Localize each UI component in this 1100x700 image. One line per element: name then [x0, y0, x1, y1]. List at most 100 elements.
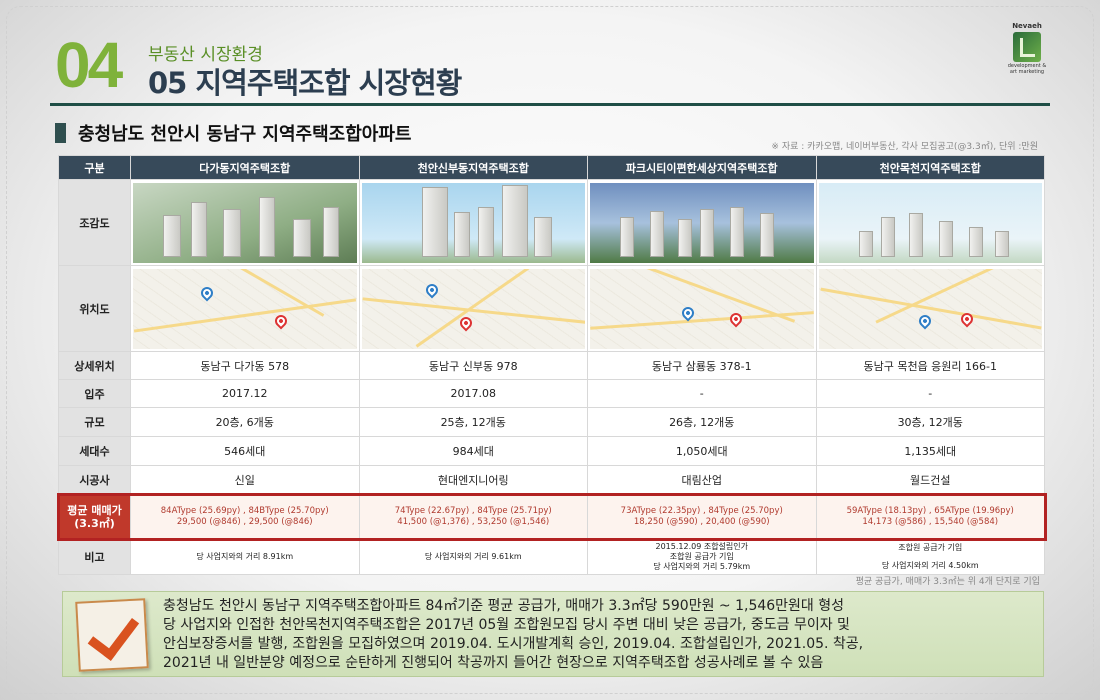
logo-mark-icon [1013, 32, 1041, 62]
table-cell: 1,050세대 [587, 436, 817, 466]
remark-line: 2015.12.09 조합설립인가 [655, 541, 748, 551]
remark-line: 당 사업지와의 거리 8.91km [196, 551, 294, 561]
map-pin-icon [423, 281, 440, 298]
row-label: 세대수 [58, 436, 131, 466]
table-cell: 현대엔지니어링 [358, 465, 588, 495]
table-footnote: 평균 공급가, 매매가 3.3㎡는 위 4개 단지로 기입 [855, 577, 1040, 587]
header-column: 다가동지역주택조합 [130, 155, 360, 180]
checkmark-icon [75, 598, 149, 672]
row-label-line: (3.3㎡) [74, 516, 115, 530]
table-cell: 84AType (25.69py) , 84BType (25.70py) 29… [130, 494, 360, 539]
summary-line: 충청남도 천안시 동남구 지역주택조합아파트 84㎡기준 평균 공급가, 매매가… [163, 598, 845, 614]
page-title: 05 지역주택조합 시장현황 [148, 66, 462, 100]
company-logo: Nevaeh development & art marketing [1000, 22, 1054, 82]
price-types: 59AType (18.13py) , 65AType (19.96py) [846, 505, 1014, 516]
table-cell: 동남구 목천읍 응원리 166-1 [815, 351, 1045, 380]
logo-tagline-2: art marketing [1009, 69, 1045, 75]
table-cell: 30층, 12개동 [815, 407, 1045, 437]
section-marker-icon [55, 123, 66, 143]
source-note: ※ 자료 : 카카오맵, 네이버부동산, 각사 모집공고(@3.3㎡), 단위 … [771, 142, 1038, 152]
row-label: 시공사 [58, 465, 131, 495]
map-pin-icon [272, 312, 290, 329]
chapter-number: 04 [55, 29, 123, 101]
price-values: 18,250 (@590) , 20,400 (@590) [633, 516, 770, 527]
table-cell: 73AType (22.35py) , 84Type (25.70py) 18,… [587, 494, 817, 539]
header-corner: 구분 [58, 155, 131, 180]
table-cell: 월드건설 [815, 465, 1045, 495]
table-row-bird-eye: 조감도 [58, 179, 1045, 266]
table-cell: 984세대 [358, 436, 588, 466]
map-pin-icon [916, 312, 933, 329]
location-map-image [590, 268, 814, 349]
map-pin-icon [198, 284, 216, 301]
table-cell: 동남구 삼룡동 378-1 [587, 351, 817, 380]
table-cell: 신일 [130, 465, 360, 495]
table-row-location-map: 위치도 [58, 265, 1045, 352]
summary-line: 당 사업지와 인접한 천안목천지역주택조합은 2017년 05월 조합원모집 당… [163, 617, 850, 633]
summary-text: 충청남도 천안시 동남구 지역주택조합아파트 84㎡기준 평균 공급가, 매매가… [163, 597, 1027, 673]
map-pin-icon [727, 310, 745, 327]
table-cell: 동남구 다가동 578 [130, 351, 360, 380]
row-label: 상세위치 [58, 351, 131, 380]
table-row-builder: 시공사 신일 현대엔지니어링 대림산업 월드건설 [58, 465, 1045, 495]
remark-line: 당 사업지와의 거리 5.79km [653, 561, 751, 571]
comparison-table: 구분 다가동지역주택조합 천안신부동지역주택조합 파크시티이편한세상지역주택조합… [56, 155, 1047, 575]
table-header-row: 구분 다가동지역주택조합 천안신부동지역주택조합 파크시티이편한세상지역주택조합… [58, 155, 1045, 180]
table-cell: 59AType (18.13py) , 65AType (19.96py) 14… [815, 494, 1045, 539]
map-pin-icon [679, 304, 697, 321]
remark-line: 조합원 공급가 기입 [669, 551, 734, 561]
section-title: 충청남도 천안시 동남구 지역주택조합아파트 [78, 124, 412, 145]
row-label: 규모 [58, 407, 131, 437]
bird-eye-image [361, 182, 585, 263]
table-row-remarks: 비고 당 사업지와의 거리 8.91km 당 사업지와의 거리 9.61km 2… [58, 538, 1045, 575]
table-cell: 74Type (22.67py) , 84Type (25.71py) 41,5… [358, 494, 588, 539]
remark-line: 조합원 공급가 기입 [898, 542, 963, 552]
remark-line [817, 553, 1045, 561]
header-divider [50, 103, 1050, 106]
row-label: 위치도 [58, 265, 131, 352]
table-cell: 20층, 6개동 [130, 407, 360, 437]
table-cell: 당 사업지와의 거리 9.61km [358, 538, 588, 575]
table-cell: 2015.12.09 조합설립인가 조합원 공급가 기입 당 사업지와의 거리 … [587, 538, 817, 575]
table-cell: 1,135세대 [815, 436, 1045, 466]
table-cell: 546세대 [130, 436, 360, 466]
location-map-image [133, 268, 357, 349]
table-cell: 당 사업지와의 거리 8.91km [130, 538, 360, 575]
price-types: 84AType (25.69py) , 84BType (25.70py) [160, 505, 329, 516]
price-values: 14,173 (@586) , 15,540 (@584) [862, 516, 999, 527]
table-row-move-in: 입주 2017.12 2017.08 - - [58, 379, 1045, 408]
logo-name: Nevaeh [1012, 22, 1042, 30]
price-types: 73AType (22.35py) , 84Type (25.70py) [620, 505, 783, 516]
summary-box: 충청남도 천안시 동남구 지역주택조합아파트 84㎡기준 평균 공급가, 매매가… [62, 591, 1044, 677]
bird-eye-image [133, 182, 357, 263]
table-cell: 동남구 신부동 978 [358, 351, 588, 380]
location-map-image [361, 268, 585, 349]
header-column: 천안목천지역주택조합 [815, 155, 1045, 180]
table-cell: 25층, 12개동 [358, 407, 588, 437]
remark-line: 당 사업지와의 거리 4.50km [881, 560, 979, 570]
header-column: 파크시티이편한세상지역주택조합 [587, 155, 817, 180]
table-cell: 조합원 공급가 기입 당 사업지와의 거리 4.50km [815, 538, 1045, 575]
price-values: 41,500 (@1,376) , 53,250 (@1,546) [397, 516, 550, 527]
table-cell: 2017.12 [130, 379, 360, 408]
bird-eye-image [590, 182, 814, 263]
summary-line: 안심보장증서를 발행, 조합원을 모집하였으며 2019.04. 도시개발계획 … [163, 636, 864, 652]
row-label: 입주 [58, 379, 131, 408]
table-row-address: 상세위치 동남구 다가동 578 동남구 신부동 978 동남구 삼룡동 378… [58, 351, 1045, 380]
table-row-scale: 규모 20층, 6개동 25층, 12개동 26층, 12개동 30층, 12개… [58, 407, 1045, 437]
summary-line: 2021년 내 일반분양 예정으로 순탄하게 진행되어 착공까지 들어간 현장으… [163, 655, 824, 671]
bird-eye-image [818, 182, 1042, 263]
table-cell: 2017.08 [358, 379, 588, 408]
section-header: 충청남도 천안시 동남구 지역주택조합아파트 [55, 120, 411, 146]
price-types: 74Type (22.67py) , 84Type (25.71py) [394, 505, 552, 516]
header-column: 천안신부동지역주택조합 [358, 155, 588, 180]
table-cell: 대림산업 [587, 465, 817, 495]
table-cell: - [815, 379, 1045, 408]
price-values: 29,500 (@846) , 29,500 (@846) [176, 516, 313, 527]
row-label-line: 평균 매매가 [67, 503, 122, 517]
table-cell: - [587, 379, 817, 408]
row-label: 조감도 [58, 179, 131, 266]
location-map-image [818, 268, 1042, 349]
table-cell: 26층, 12개동 [587, 407, 817, 437]
remark-line: 당 사업지와의 거리 9.61km [424, 551, 522, 561]
